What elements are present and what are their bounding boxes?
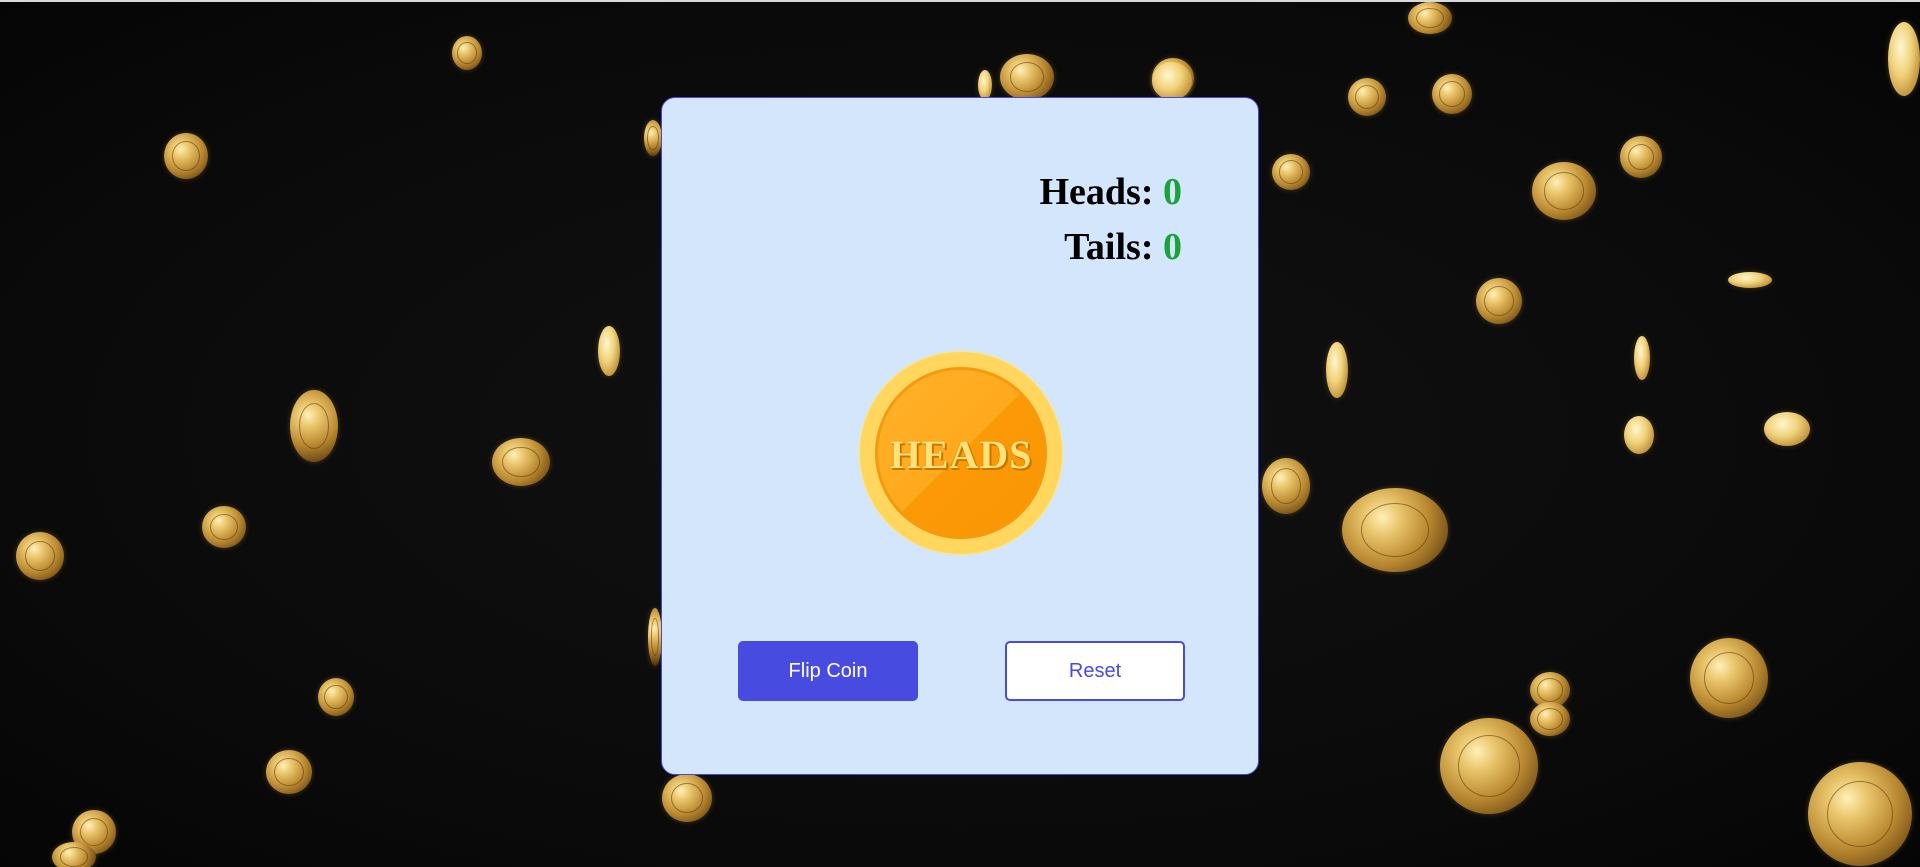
background-coin <box>1888 22 1920 96</box>
coin-flip-card: Heads: 0 Tails: 0 HEADS Flip Coin Reset <box>661 97 1259 775</box>
background-coin <box>644 120 662 156</box>
background-coin <box>1262 458 1310 514</box>
flip-coin-button[interactable]: Flip Coin <box>738 641 918 701</box>
background-coin <box>290 390 338 462</box>
background-coin <box>1432 74 1472 114</box>
coin-face: HEADS <box>875 367 1047 539</box>
heads-count: 0 <box>1163 171 1182 213</box>
background-coin <box>1152 62 1192 100</box>
background-coin <box>978 70 992 100</box>
background-coin <box>1634 336 1650 380</box>
tails-label: Tails: <box>1064 226 1154 268</box>
heads-label: Heads: <box>1039 171 1154 213</box>
background-coin <box>1624 416 1654 454</box>
background-coin <box>1530 702 1570 736</box>
background-coin <box>452 36 482 70</box>
background-coin <box>598 326 620 376</box>
background-coin <box>1342 488 1448 572</box>
background-coin <box>492 438 550 486</box>
background-coin <box>1000 54 1054 100</box>
background-coin <box>1728 272 1772 288</box>
background-coin <box>1272 154 1310 190</box>
background-coin <box>648 608 662 666</box>
background-coin <box>1532 162 1596 220</box>
background-coin <box>164 133 208 179</box>
background-coin <box>1764 412 1810 446</box>
heads-score: Heads: 0 <box>1040 170 1183 214</box>
background-coin <box>1326 342 1348 398</box>
background-coin <box>202 506 246 548</box>
background-coin <box>1476 278 1522 324</box>
reset-button[interactable]: Reset <box>1005 641 1185 701</box>
background-coin <box>1620 136 1662 178</box>
background-coin <box>52 842 96 867</box>
background-coin <box>1348 78 1386 116</box>
coin-face-label: HEADS <box>889 432 1033 477</box>
background-coin <box>662 774 712 822</box>
background-coin <box>1440 718 1538 814</box>
background-coin <box>1690 638 1768 718</box>
tails-score: Tails: 0 <box>1064 225 1182 269</box>
tails-count: 0 <box>1163 226 1182 268</box>
game-stage: Heads: 0 Tails: 0 HEADS Flip Coin Reset <box>0 0 1920 867</box>
background-coin <box>16 532 64 580</box>
background-coin <box>1408 2 1452 34</box>
coin: HEADS <box>859 351 1063 555</box>
background-coin <box>318 678 354 716</box>
background-coin <box>1808 762 1912 866</box>
background-coin <box>266 750 312 794</box>
